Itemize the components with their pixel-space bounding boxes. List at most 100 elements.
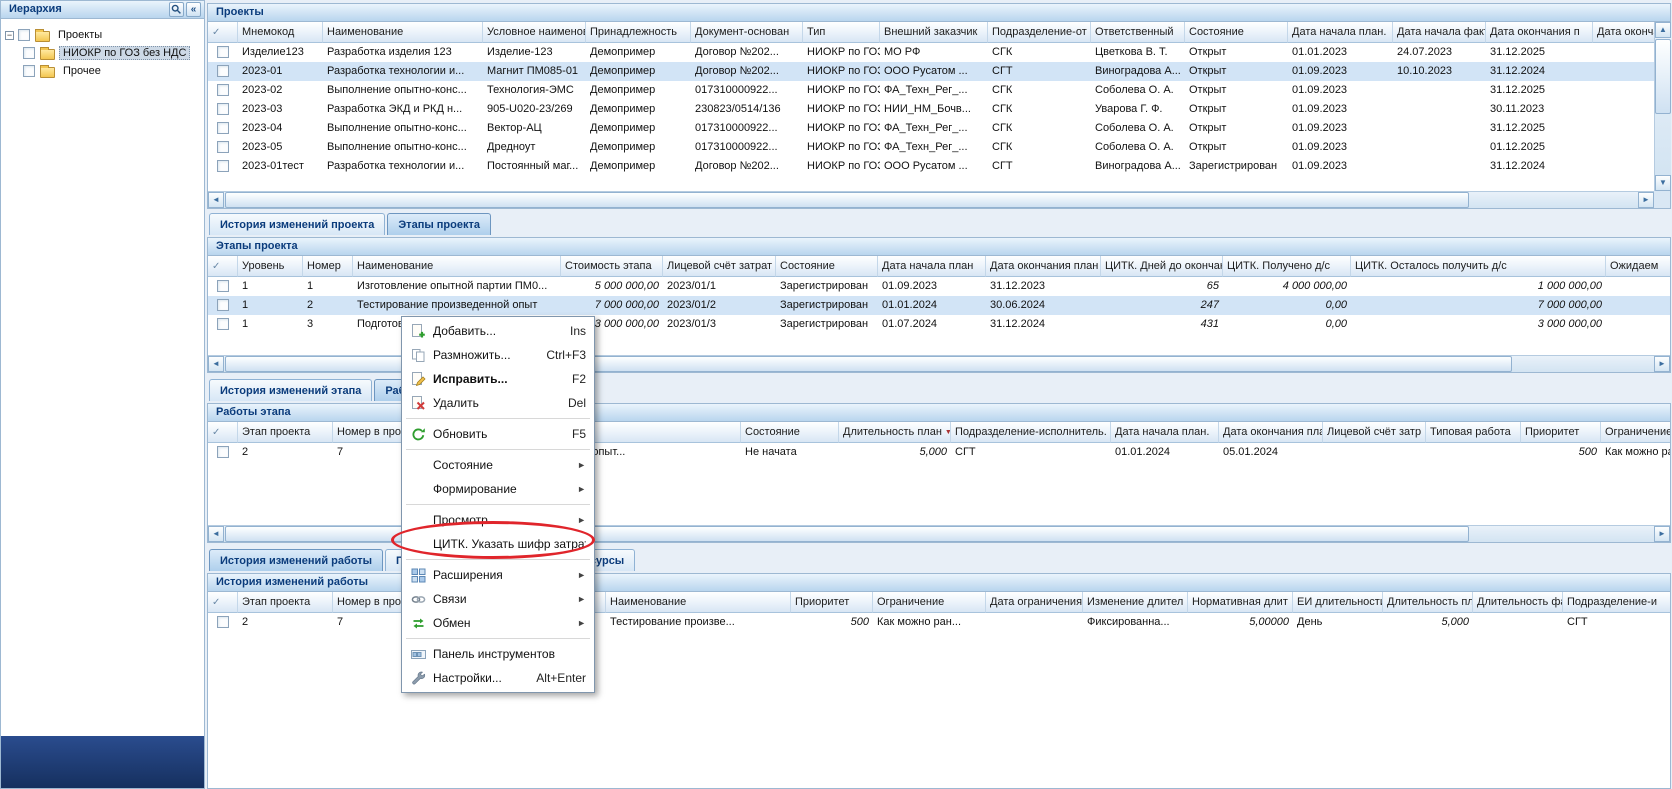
cell-resp[interactable]: Соболева О. А. bbox=[1091, 81, 1185, 100]
cell-belong[interactable]: Демопример bbox=[586, 100, 691, 119]
scroll-thumb[interactable] bbox=[1655, 39, 1671, 114]
cell-end-plan[interactable]: 31.12.2024 bbox=[1486, 157, 1593, 176]
column-header-dur-fact[interactable]: Длительность фак bbox=[1473, 592, 1563, 613]
column-header-state[interactable]: Состояние bbox=[776, 256, 878, 277]
cell-dur-change[interactable]: Фиксированна... bbox=[1083, 613, 1188, 632]
column-header-priority[interactable]: Приоритет bbox=[791, 592, 873, 613]
scroll-right-icon[interactable]: ► bbox=[1638, 192, 1654, 208]
cell-state[interactable]: Зарегистрирован bbox=[776, 277, 878, 296]
cell-customer[interactable]: НИИ_НМ_Бочв... bbox=[880, 100, 988, 119]
cell-belong[interactable]: Демопример bbox=[586, 81, 691, 100]
column-header-name[interactable]: Наименование bbox=[323, 22, 483, 43]
cell-end-fact[interactable] bbox=[1593, 157, 1654, 176]
row-checkbox[interactable] bbox=[217, 616, 229, 628]
column-header-priority[interactable]: Приоритет bbox=[1521, 422, 1601, 443]
tab[interactable]: История изменений этапа bbox=[209, 379, 372, 401]
cell-type[interactable]: НИОКР по ГОЗ ... bbox=[803, 100, 880, 119]
menu-settings[interactable]: Настройки...Alt+Enter bbox=[404, 666, 592, 690]
column-header-typical[interactable]: Типовая работа bbox=[1426, 422, 1521, 443]
cell-belong[interactable]: Демопример bbox=[586, 62, 691, 81]
cell-account[interactable] bbox=[1323, 443, 1426, 462]
cell-belong[interactable]: Демопример bbox=[586, 157, 691, 176]
column-header-dur-change[interactable]: Изменение длител bbox=[1083, 592, 1188, 613]
cell-start-fact[interactable] bbox=[1393, 119, 1486, 138]
cell-condname[interactable]: Технология-ЭМС bbox=[483, 81, 586, 100]
cell-state[interactable]: Открыт bbox=[1185, 81, 1288, 100]
cell-start-fact[interactable] bbox=[1393, 157, 1486, 176]
cell-name[interactable]: Разработка технологии и... bbox=[323, 157, 483, 176]
row-checkbox[interactable] bbox=[217, 46, 229, 58]
row-checkbox[interactable] bbox=[217, 160, 229, 172]
row-checkbox[interactable] bbox=[217, 103, 229, 115]
column-header-end-plan[interactable]: Дата окончания п bbox=[1486, 22, 1593, 43]
cell-account[interactable]: 2023/01/3 bbox=[663, 315, 776, 334]
cell-cost[interactable]: 5 000 000,00 bbox=[561, 277, 663, 296]
cell-state[interactable]: Открыт bbox=[1185, 62, 1288, 81]
scroll-thumb[interactable] bbox=[225, 192, 1469, 208]
column-header-citk-left[interactable]: ЦИТК. Осталось получить д/с bbox=[1351, 256, 1606, 277]
cell-resp[interactable]: Цветкова В. Т. bbox=[1091, 43, 1185, 62]
scroll-left-icon[interactable]: ◄ bbox=[208, 356, 224, 372]
cell-citk-left[interactable]: 1 000 000,00 bbox=[1351, 277, 1606, 296]
tree-item[interactable]: −Проекты bbox=[1, 26, 204, 44]
scroll-left-icon[interactable]: ◄ bbox=[208, 526, 224, 542]
menu-delete[interactable]: УдалитьDel bbox=[404, 391, 592, 415]
cell-dept[interactable]: СГК bbox=[988, 119, 1091, 138]
cell-name[interactable]: Выполнение опытно-конс... bbox=[323, 119, 483, 138]
scroll-right-icon[interactable]: ► bbox=[1654, 526, 1670, 542]
cell-check[interactable] bbox=[208, 443, 238, 462]
cell-num[interactable]: 1 bbox=[303, 277, 353, 296]
cell-start-plan[interactable]: 01.09.2023 bbox=[1288, 138, 1393, 157]
cell-state[interactable]: Не начата bbox=[741, 443, 839, 462]
cell-dur-unit[interactable]: День bbox=[1293, 613, 1383, 632]
cell-end-plan[interactable]: 31.12.2024 bbox=[986, 315, 1101, 334]
select-column-header[interactable]: ✓ bbox=[208, 22, 238, 43]
column-header-level[interactable]: Уровень bbox=[238, 256, 303, 277]
menu-formation[interactable]: Формирование► bbox=[404, 477, 592, 501]
menu-view[interactable]: Просмотр► bbox=[404, 508, 592, 532]
cell-citk-received[interactable]: 4 000 000,00 bbox=[1223, 277, 1351, 296]
select-column-header[interactable]: ✓ bbox=[208, 592, 238, 613]
row-checkbox[interactable] bbox=[217, 299, 229, 311]
cell-start-plan[interactable]: 01.07.2024 bbox=[878, 315, 986, 334]
cell-end-fact[interactable] bbox=[1593, 119, 1654, 138]
cell-belong[interactable]: Демопример bbox=[586, 43, 691, 62]
cell-belong[interactable]: Демопример bbox=[586, 138, 691, 157]
cell-start-fact[interactable] bbox=[1393, 81, 1486, 100]
cell-doc[interactable]: Договор №202... bbox=[691, 62, 803, 81]
column-header-restriction[interactable]: Ограничение bbox=[873, 592, 986, 613]
cell-end-plan[interactable]: 30.11.2023 bbox=[1486, 100, 1593, 119]
column-header-start-fact[interactable]: Дата начала факт bbox=[1393, 22, 1486, 43]
column-header-state[interactable]: Состояние bbox=[741, 422, 839, 443]
cell-condname[interactable]: Постоянный маг... bbox=[483, 157, 586, 176]
column-header-doc[interactable]: Документ-основан bbox=[691, 22, 803, 43]
cell-doc[interactable]: Договор №202... bbox=[691, 43, 803, 62]
cell-start-fact[interactable] bbox=[1393, 138, 1486, 157]
cell-check[interactable] bbox=[208, 43, 238, 62]
cell-dept[interactable]: СГК bbox=[988, 43, 1091, 62]
search-icon[interactable] bbox=[169, 2, 184, 17]
column-header-dept[interactable]: Подразделение-от bbox=[988, 22, 1091, 43]
tab-active[interactable]: Этапы проекта bbox=[387, 213, 491, 235]
grid-row[interactable]: 2023-01тестРазработка технологии и...Пос… bbox=[208, 157, 1654, 176]
cell-priority[interactable]: 500 bbox=[1521, 443, 1601, 462]
column-header-stage[interactable]: Этап проекта bbox=[238, 422, 333, 443]
cell-num[interactable]: 3 bbox=[303, 315, 353, 334]
cell-resp[interactable]: Соболева О. А. bbox=[1091, 119, 1185, 138]
cell-end-fact[interactable] bbox=[1593, 81, 1654, 100]
cell-citk-days[interactable]: 431 bbox=[1101, 315, 1223, 334]
cell-start-fact[interactable] bbox=[1393, 100, 1486, 119]
cell-type[interactable]: НИОКР по ГОЗ ... bbox=[803, 138, 880, 157]
row-checkbox[interactable] bbox=[217, 280, 229, 292]
cell-end-plan[interactable]: 31.12.2025 bbox=[1486, 119, 1593, 138]
cell-state[interactable]: Открыт bbox=[1185, 138, 1288, 157]
column-header-stage[interactable]: Этап проекта bbox=[238, 592, 333, 613]
cell-mnemo[interactable]: 2023-04 bbox=[238, 119, 323, 138]
cell-restriction[interactable]: Как можно ран... bbox=[873, 613, 986, 632]
cell-restr-date[interactable] bbox=[986, 613, 1083, 632]
menu-toolbar[interactable]: Панель инструментов bbox=[404, 642, 592, 666]
cell-end-plan[interactable]: 31.12.2024 bbox=[1486, 62, 1593, 81]
column-header-restriction[interactable]: Ограничение bbox=[1601, 422, 1670, 443]
cell-end-plan[interactable]: 30.06.2024 bbox=[986, 296, 1101, 315]
cell-citk-left[interactable]: 7 000 000,00 bbox=[1351, 296, 1606, 315]
